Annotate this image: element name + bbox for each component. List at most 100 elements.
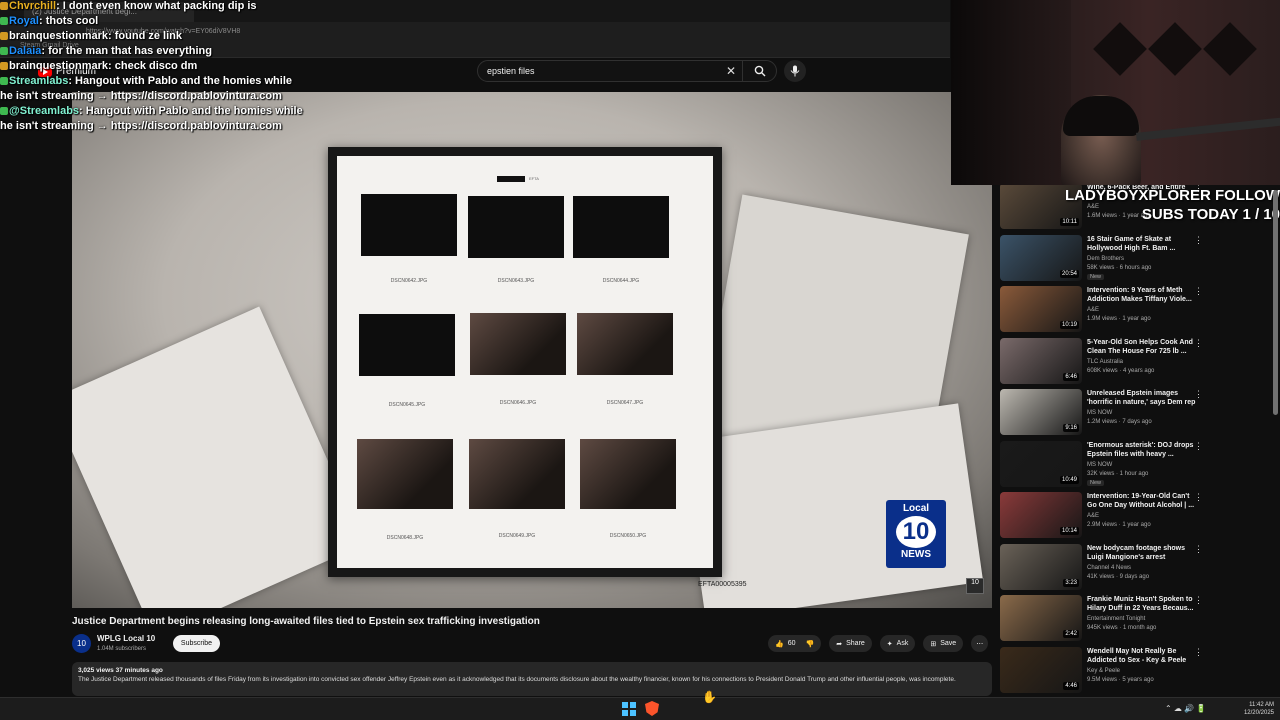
- local10-news-logo: Local 10 NEWS: [886, 500, 946, 568]
- more-options-icon[interactable]: ⋮: [1194, 441, 1203, 452]
- more-icon: ⋯: [976, 640, 984, 648]
- recommended-channel[interactable]: MS NOW: [1087, 410, 1112, 416]
- dislike-icon[interactable]: 👎: [806, 640, 815, 648]
- save-button[interactable]: ⊞ Save: [923, 635, 964, 652]
- chat-text: he isn't streaming → https://discord.pab…: [0, 90, 282, 102]
- photo-thumbnail: [469, 439, 565, 509]
- channel-name[interactable]: WPLG Local 10: [97, 634, 155, 643]
- recommended-video[interactable]: 10:49 'Enormous asterisk': DOJ drops Epst…: [998, 440, 1280, 491]
- more-options-icon[interactable]: ⋮: [1194, 338, 1203, 349]
- recommended-video[interactable]: 20:54 16 Stair Game of Skate at Hollywood…: [998, 234, 1280, 285]
- more-actions-button[interactable]: ⋯: [971, 635, 989, 652]
- taskbar-clock[interactable]: 11:42 AM 12/20/2025: [1224, 701, 1274, 717]
- more-options-icon[interactable]: ⋮: [1194, 235, 1203, 246]
- video-player[interactable]: EFTA DSCN0642.JPG DSCN0643.JPG DSCN0644.…: [72, 92, 992, 608]
- video-thumbnail[interactable]: 3:23: [1000, 543, 1082, 590]
- channel-watermark-icon[interactable]: 10: [966, 578, 984, 594]
- brave-browser-icon[interactable]: [645, 701, 659, 716]
- video-thumbnail[interactable]: 4:46: [1000, 646, 1082, 693]
- share-label: Share: [846, 640, 865, 647]
- recommended-meta: 945K views · 1 month ago: [1087, 625, 1157, 631]
- recommended-channel[interactable]: Channel 4 News: [1087, 565, 1131, 571]
- video-thumbnail[interactable]: 6:46: [1000, 337, 1082, 384]
- views-and-time: 3,025 views 37 minutes ago: [78, 667, 163, 674]
- recommended-title[interactable]: Intervention: 9 Years of Meth Addiction …: [1087, 286, 1199, 304]
- photo-caption: DSCN0649.JPG: [498, 533, 536, 539]
- windows-start-icon[interactable]: [622, 702, 636, 716]
- logo-text: Local: [902, 503, 930, 514]
- subscribe-button[interactable]: Subscribe: [173, 635, 220, 652]
- video-thumbnail[interactable]: 9:16: [1000, 389, 1082, 435]
- recommended-channel[interactable]: TLC Australia: [1087, 359, 1123, 365]
- search-icon: [754, 65, 765, 77]
- stream-goal-overlay: LADYBOYXPLORER FOLLOW SUBS TODAY 1 / 10: [1050, 186, 1280, 224]
- video-duration: 4:46: [1063, 681, 1079, 690]
- recommended-channel[interactable]: Entertainment Tonight: [1087, 616, 1145, 622]
- video-thumbnail[interactable]: 10:49: [1000, 440, 1082, 487]
- recommended-video[interactable]: 2:42 Frankie Muniz Hasn't Spoken to Hilar…: [998, 595, 1280, 645]
- chat-badge-icon: [0, 62, 8, 70]
- chat-message: brainquestionmark: found ze link: [0, 30, 340, 45]
- like-icon[interactable]: 👍: [775, 640, 784, 648]
- chat-text: he isn't streaming → https://discord.pab…: [0, 120, 282, 132]
- screen: (2) Justice Department begi... https://w…: [0, 0, 1280, 720]
- recommended-video[interactable]: 9:16 Unreleased Epstein images 'horrific …: [998, 389, 1280, 439]
- sparkle-icon: ✦: [886, 640, 893, 648]
- recommended-channel[interactable]: A&E: [1087, 513, 1099, 519]
- recommended-video[interactable]: 3:23 New bodycam footage shows Luigi Mang…: [998, 543, 1280, 594]
- recommended-title[interactable]: 5-Year-Old Son Helps Cook And Clean The …: [1087, 338, 1199, 356]
- recommended-meta: 41K views · 9 days ago: [1087, 573, 1150, 580]
- windows-taskbar: ⌃ ☁ 🔊 🔋 11:42 AM 12/20/2025: [0, 697, 1280, 720]
- description-box[interactable]: 3,025 views 37 minutes ago The Justice D…: [72, 662, 992, 696]
- chat-text: : found ze link: [108, 30, 182, 42]
- recommended-title[interactable]: Wendell May Not Really Be Addicted to Se…: [1087, 647, 1199, 665]
- video-thumbnail[interactable]: 2:42: [1000, 595, 1082, 641]
- video-thumbnail[interactable]: 10:19: [1000, 286, 1082, 332]
- video-thumbnail[interactable]: 10:14: [1000, 492, 1082, 538]
- photo-caption: DSCN0643.JPG: [497, 278, 535, 284]
- recommended-channel[interactable]: Dem Brothers: [1087, 256, 1124, 262]
- recommended-video[interactable]: 10:19 Intervention: 9 Years of Meth Addic…: [998, 286, 1280, 336]
- search-button[interactable]: [742, 61, 776, 81]
- ask-button[interactable]: ✦ Ask: [879, 635, 916, 652]
- microphone-icon: [790, 65, 800, 77]
- more-options-icon[interactable]: ⋮: [1194, 492, 1203, 503]
- share-button[interactable]: ➦ Share: [829, 635, 872, 652]
- acoustic-panel: [1203, 22, 1257, 76]
- recommended-title[interactable]: 16 Stair Game of Skate at Hollywood High…: [1087, 235, 1199, 253]
- recommended-channel[interactable]: MS NOW: [1087, 462, 1112, 468]
- chat-badge-icon: [0, 77, 8, 85]
- recommended-meta: 1.9M views · 1 year ago: [1087, 316, 1151, 322]
- recommended-title[interactable]: New bodycam footage shows Luigi Mangione…: [1087, 544, 1199, 562]
- recommended-channel[interactable]: A&E: [1087, 307, 1099, 313]
- clear-search-icon[interactable]: ✕: [720, 64, 742, 78]
- recommended-video[interactable]: 10:14 Intervention: 19-Year-Old Can't Go …: [998, 492, 1280, 542]
- more-options-icon[interactable]: ⋮: [1194, 389, 1203, 400]
- search-input[interactable]: epstien files: [478, 66, 720, 76]
- chat-badge-icon: [0, 47, 8, 55]
- voice-search-button[interactable]: [784, 60, 806, 82]
- recommended-title[interactable]: 'Enormous asterisk': DOJ drops Epstein f…: [1087, 441, 1199, 459]
- chat-text: : check disco dm: [108, 60, 198, 72]
- sidebar-scrollbar[interactable]: [1273, 190, 1278, 415]
- video-thumbnail[interactable]: 20:54: [1000, 234, 1082, 281]
- recommended-video[interactable]: 6:46 5-Year-Old Son Helps Cook And Clean …: [998, 337, 1280, 388]
- recommended-title[interactable]: Intervention: 19-Year-Old Can't Go One D…: [1087, 492, 1199, 510]
- photo-thumbnail: [577, 313, 673, 375]
- more-options-icon[interactable]: ⋮: [1194, 595, 1203, 606]
- chat-badge-icon: [0, 32, 8, 40]
- more-options-icon[interactable]: ⋮: [1194, 647, 1203, 658]
- more-options-icon[interactable]: ⋮: [1194, 286, 1203, 297]
- clock-date: 12/20/2025: [1243, 710, 1274, 716]
- system-tray[interactable]: ⌃ ☁ 🔊 🔋: [1165, 704, 1206, 713]
- recommended-title[interactable]: Frankie Muniz Hasn't Spoken to Hilary Du…: [1087, 595, 1199, 613]
- recommended-channel[interactable]: Key & Peele: [1087, 668, 1120, 674]
- like-count: 60: [787, 640, 796, 647]
- recommended-title[interactable]: Unreleased Epstein images 'horrific in n…: [1087, 389, 1199, 407]
- recommended-meta: 32K views · 1 hour ago: [1087, 470, 1149, 477]
- save-icon: ⊞: [930, 640, 937, 648]
- more-options-icon[interactable]: ⋮: [1194, 544, 1203, 555]
- recommended-video[interactable]: 4:46 Wendell May Not Really Be Addicted t…: [998, 646, 1280, 696]
- photo-caption: DSCN0644.JPG: [602, 278, 640, 284]
- channel-avatar[interactable]: 10: [72, 634, 91, 653]
